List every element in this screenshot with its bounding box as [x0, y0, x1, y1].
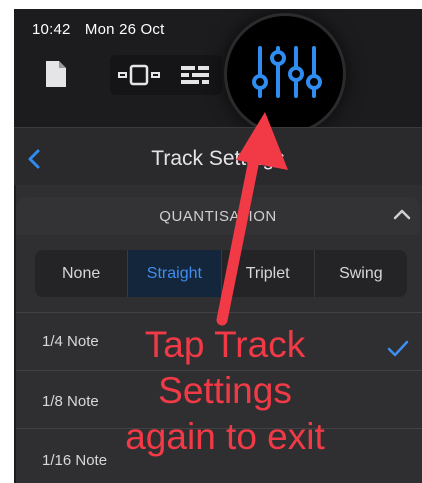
- segment-triplet[interactable]: Triplet: [222, 250, 315, 297]
- list-item-label: 1/4 Note: [42, 333, 99, 350]
- checkmark-icon: [387, 340, 409, 357]
- list-item-label: 1/8 Note: [42, 393, 99, 410]
- quantisation-segmented-control: None Straight Triplet Swing: [35, 250, 407, 297]
- document-icon[interactable]: [45, 60, 67, 88]
- status-date: Mon 26 Oct: [84, 21, 165, 38]
- grid-view-icon[interactable]: [118, 64, 162, 86]
- list-item-label: 1/16 Note: [42, 452, 108, 469]
- mixer-sliders-icon[interactable]: [250, 44, 322, 100]
- chevron-up-icon[interactable]: [392, 207, 412, 221]
- annotation-line: Settings: [158, 370, 292, 411]
- status-time: 10:42: [32, 21, 71, 38]
- segment-swing[interactable]: Swing: [315, 250, 407, 297]
- annotation-line: Tap Track: [144, 324, 306, 365]
- annotation-text: Tap Track Settings again to exit: [100, 322, 350, 460]
- page-title: Track Settings: [151, 147, 285, 170]
- segment-none[interactable]: None: [35, 250, 129, 297]
- segment-straight[interactable]: Straight: [128, 250, 222, 297]
- annotation-line: again to exit: [125, 416, 325, 457]
- section-title: QUANTISATION: [159, 208, 277, 225]
- status-bar: 10:42 Mon 26 Oct: [32, 21, 164, 38]
- list-view-icon[interactable]: [180, 65, 210, 85]
